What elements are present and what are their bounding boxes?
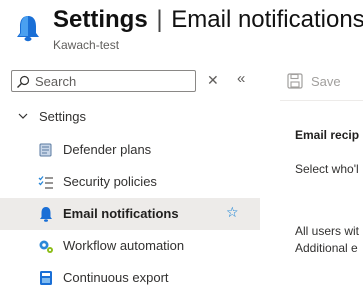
sidebar-item-label: Security policies <box>63 174 157 189</box>
defender-plans-icon <box>39 143 52 157</box>
sidebar-item-workflow-automation[interactable]: Workflow automation <box>0 230 260 262</box>
export-icon <box>40 271 52 285</box>
bell-icon <box>40 207 52 222</box>
sidebar-item-label: Email notifications <box>63 206 179 221</box>
title-settings: Settings <box>53 6 148 33</box>
main-content: Email recip Select who'l All users wit A… <box>295 0 363 291</box>
section-description: Select who'l <box>295 162 359 176</box>
clear-search-icon[interactable]: ✕ <box>207 72 219 89</box>
workflow-icon <box>39 240 53 253</box>
nav-group-label: Settings <box>39 109 86 124</box>
favorite-star-icon[interactable]: ☆ <box>226 204 239 221</box>
bell-icon <box>17 16 39 42</box>
all-users-option: All users wit <box>295 224 360 238</box>
chevron-down-icon <box>18 113 28 119</box>
sidebar-item-label: Continuous export <box>63 270 169 285</box>
title-separator: | <box>156 6 163 33</box>
search-input[interactable]: Search <box>11 70 196 92</box>
security-policies-icon <box>38 176 53 189</box>
page-subtitle: Kawach-test <box>53 38 120 52</box>
sidebar-item-defender-plans[interactable]: Defender plans <box>0 134 260 166</box>
collapse-menu-icon[interactable]: « <box>237 70 245 87</box>
sidebar-item-continuous-export[interactable]: Continuous export <box>0 262 260 294</box>
nav-group-settings[interactable]: Settings <box>0 104 260 130</box>
sidebar-item-security-policies[interactable]: Security policies <box>0 166 260 198</box>
additional-emails-label: Additional e <box>295 241 358 255</box>
section-heading: Email recip <box>295 128 360 142</box>
search-placeholder: Search <box>35 74 77 89</box>
search-icon <box>17 75 30 88</box>
sidebar-item-label: Workflow automation <box>63 238 185 253</box>
sidebar-item-email-notifications[interactable]: Email notifications ☆ <box>0 198 260 230</box>
sidebar-item-label: Defender plans <box>63 142 152 157</box>
